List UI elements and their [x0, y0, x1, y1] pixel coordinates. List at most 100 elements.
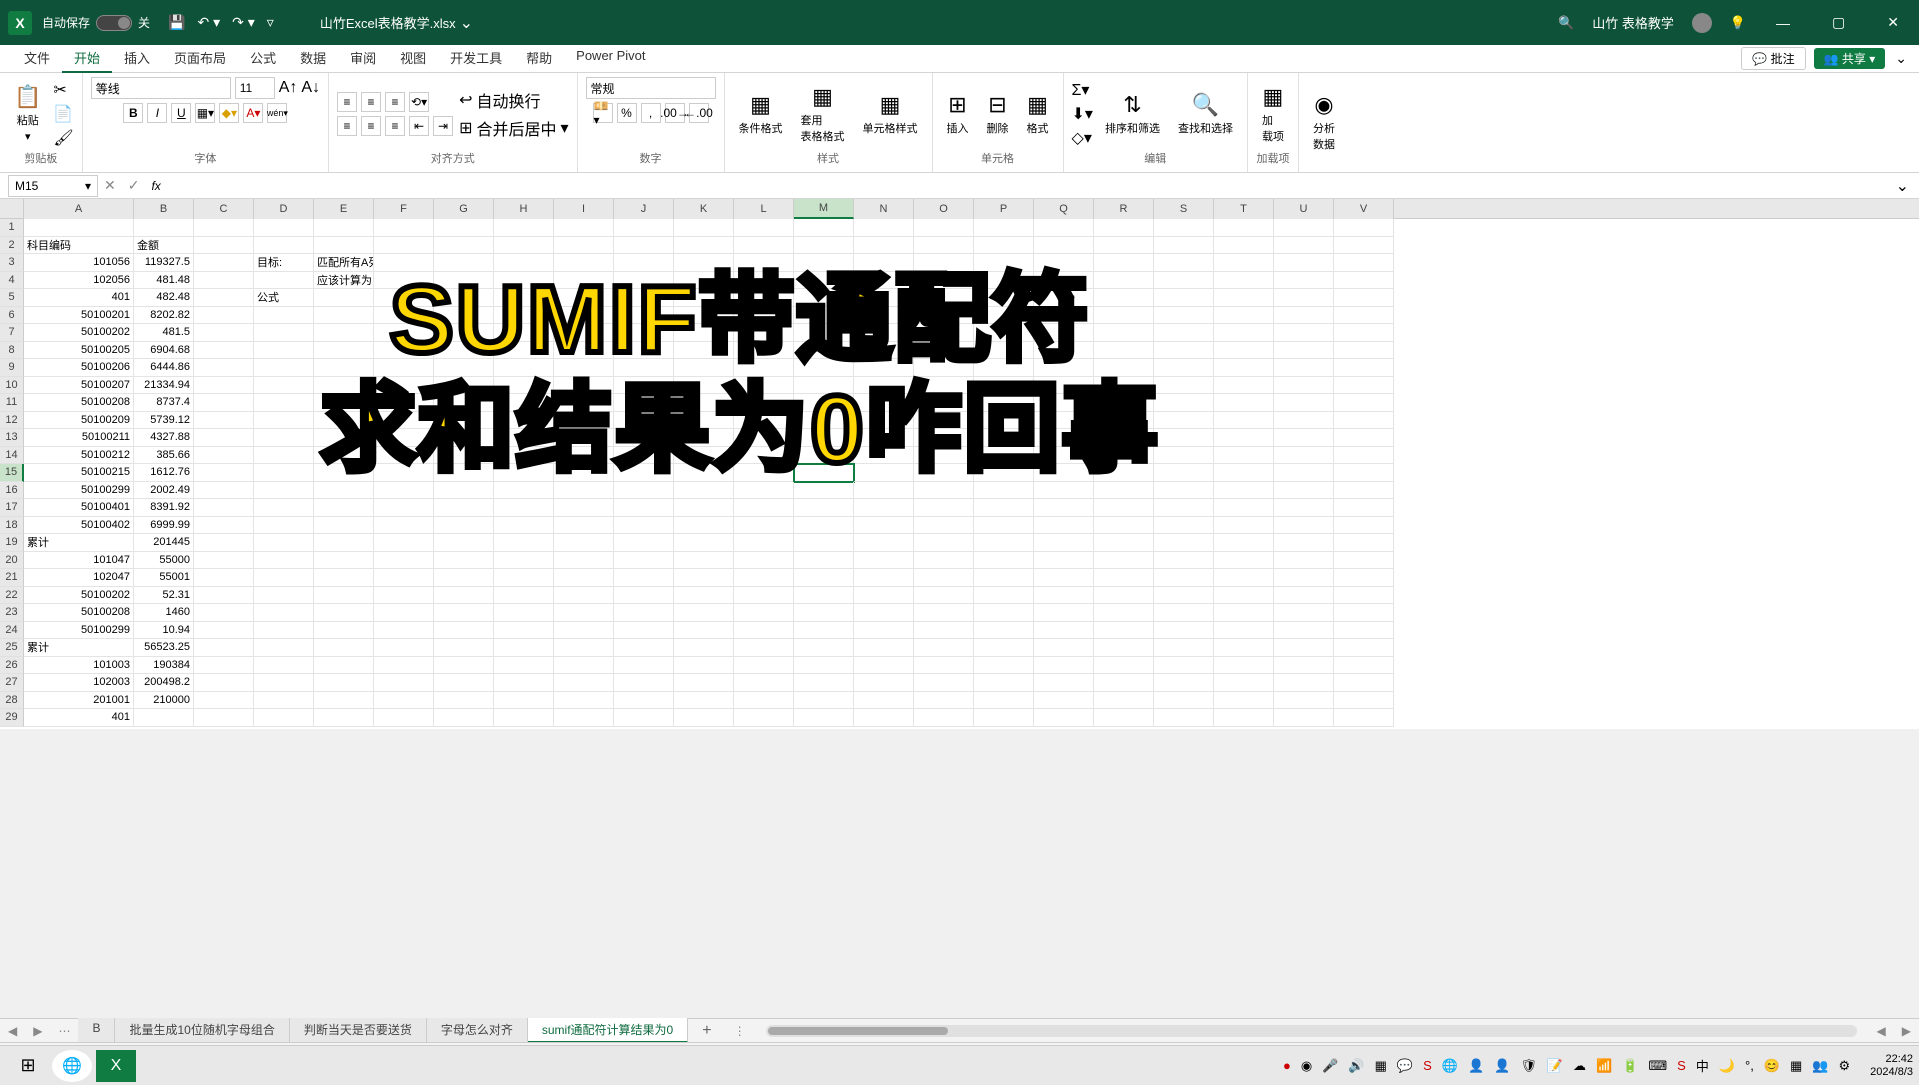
cell-A25[interactable]: 累计	[24, 639, 134, 657]
cell-A13[interactable]: 50100211	[24, 429, 134, 447]
cell-A7[interactable]: 50100202	[24, 324, 134, 342]
cell-M26[interactable]	[794, 657, 854, 675]
align-right-icon[interactable]: ≡	[385, 116, 405, 136]
tray-battery-icon[interactable]: 🔋	[1622, 1058, 1638, 1074]
cell-Q7[interactable]	[1034, 324, 1094, 342]
row-header-25[interactable]: 25	[0, 639, 24, 657]
cell-U15[interactable]	[1274, 464, 1334, 482]
cell-L20[interactable]	[734, 552, 794, 570]
cell-H14[interactable]	[494, 447, 554, 465]
cell-J4[interactable]	[614, 272, 674, 290]
cell-M8[interactable]	[794, 342, 854, 360]
cell-F29[interactable]	[374, 709, 434, 727]
cell-K15[interactable]	[674, 464, 734, 482]
row-header-15[interactable]: 15	[0, 464, 24, 482]
cell-H16[interactable]	[494, 482, 554, 500]
cell-J21[interactable]	[614, 569, 674, 587]
cell-K5[interactable]	[674, 289, 734, 307]
cell-B5[interactable]: 482.48	[134, 289, 194, 307]
cell-N12[interactable]	[854, 412, 914, 430]
cell-A18[interactable]: 50100402	[24, 517, 134, 535]
row-header-17[interactable]: 17	[0, 499, 24, 517]
cell-K19[interactable]	[674, 534, 734, 552]
cell-K14[interactable]	[674, 447, 734, 465]
cell-M3[interactable]	[794, 254, 854, 272]
cell-I26[interactable]	[554, 657, 614, 675]
cell-R3[interactable]	[1094, 254, 1154, 272]
cell-O28[interactable]	[914, 692, 974, 710]
cell-C26[interactable]	[194, 657, 254, 675]
cell-H6[interactable]	[494, 307, 554, 325]
cell-G25[interactable]	[434, 639, 494, 657]
cell-M21[interactable]	[794, 569, 854, 587]
cell-N21[interactable]	[854, 569, 914, 587]
cell-L17[interactable]	[734, 499, 794, 517]
cell-P21[interactable]	[974, 569, 1034, 587]
row-header-23[interactable]: 23	[0, 604, 24, 622]
currency-icon[interactable]: 💴▾	[593, 103, 613, 123]
increase-indent-icon[interactable]: ⇥	[433, 116, 453, 136]
cell-V25[interactable]	[1334, 639, 1394, 657]
cell-V11[interactable]	[1334, 394, 1394, 412]
cell-C6[interactable]	[194, 307, 254, 325]
row-header-24[interactable]: 24	[0, 622, 24, 640]
cell-I17[interactable]	[554, 499, 614, 517]
cell-U16[interactable]	[1274, 482, 1334, 500]
row-header-3[interactable]: 3	[0, 254, 24, 272]
cell-Q10[interactable]	[1034, 377, 1094, 395]
row-header-11[interactable]: 11	[0, 394, 24, 412]
cell-J3[interactable]	[614, 254, 674, 272]
cell-I1[interactable]	[554, 219, 614, 237]
cell-F13[interactable]	[374, 429, 434, 447]
search-icon[interactable]: 🔍	[1558, 15, 1574, 31]
cell-I29[interactable]	[554, 709, 614, 727]
cell-I25[interactable]	[554, 639, 614, 657]
cell-J23[interactable]	[614, 604, 674, 622]
font-size-select[interactable]	[235, 77, 275, 99]
cell-F7[interactable]	[374, 324, 434, 342]
cell-G1[interactable]	[434, 219, 494, 237]
cell-G24[interactable]	[434, 622, 494, 640]
scroll-right-icon[interactable]: ▶	[1894, 1024, 1919, 1038]
cell-H1[interactable]	[494, 219, 554, 237]
cell-E11[interactable]	[314, 394, 374, 412]
cell-C5[interactable]	[194, 289, 254, 307]
cell-E20[interactable]	[314, 552, 374, 570]
cell-Q23[interactable]	[1034, 604, 1094, 622]
cell-A5[interactable]: 401	[24, 289, 134, 307]
cell-H20[interactable]	[494, 552, 554, 570]
cell-J5[interactable]	[614, 289, 674, 307]
cell-H12[interactable]	[494, 412, 554, 430]
cell-L11[interactable]	[734, 394, 794, 412]
cell-I5[interactable]	[554, 289, 614, 307]
cell-H28[interactable]	[494, 692, 554, 710]
cell-O24[interactable]	[914, 622, 974, 640]
cell-L2[interactable]	[734, 237, 794, 255]
cell-R8[interactable]	[1094, 342, 1154, 360]
cell-C3[interactable]	[194, 254, 254, 272]
cell-K25[interactable]	[674, 639, 734, 657]
cell-P5[interactable]	[974, 289, 1034, 307]
cell-C13[interactable]	[194, 429, 254, 447]
cell-T1[interactable]	[1214, 219, 1274, 237]
cell-K4[interactable]	[674, 272, 734, 290]
col-header-H[interactable]: H	[494, 199, 554, 219]
cell-A27[interactable]: 102003	[24, 674, 134, 692]
enter-formula-icon[interactable]: ✓	[122, 177, 146, 194]
cell-I15[interactable]	[554, 464, 614, 482]
cell-V13[interactable]	[1334, 429, 1394, 447]
cell-P13[interactable]	[974, 429, 1034, 447]
cell-H17[interactable]	[494, 499, 554, 517]
cell-U12[interactable]	[1274, 412, 1334, 430]
cell-P11[interactable]	[974, 394, 1034, 412]
cell-G7[interactable]	[434, 324, 494, 342]
cell-E1[interactable]	[314, 219, 374, 237]
cell-D21[interactable]	[254, 569, 314, 587]
cell-A26[interactable]: 101003	[24, 657, 134, 675]
cell-M11[interactable]	[794, 394, 854, 412]
cell-B3[interactable]: 119327.5	[134, 254, 194, 272]
cell-V9[interactable]	[1334, 359, 1394, 377]
cell-T10[interactable]	[1214, 377, 1274, 395]
cell-T24[interactable]	[1214, 622, 1274, 640]
cell-N24[interactable]	[854, 622, 914, 640]
